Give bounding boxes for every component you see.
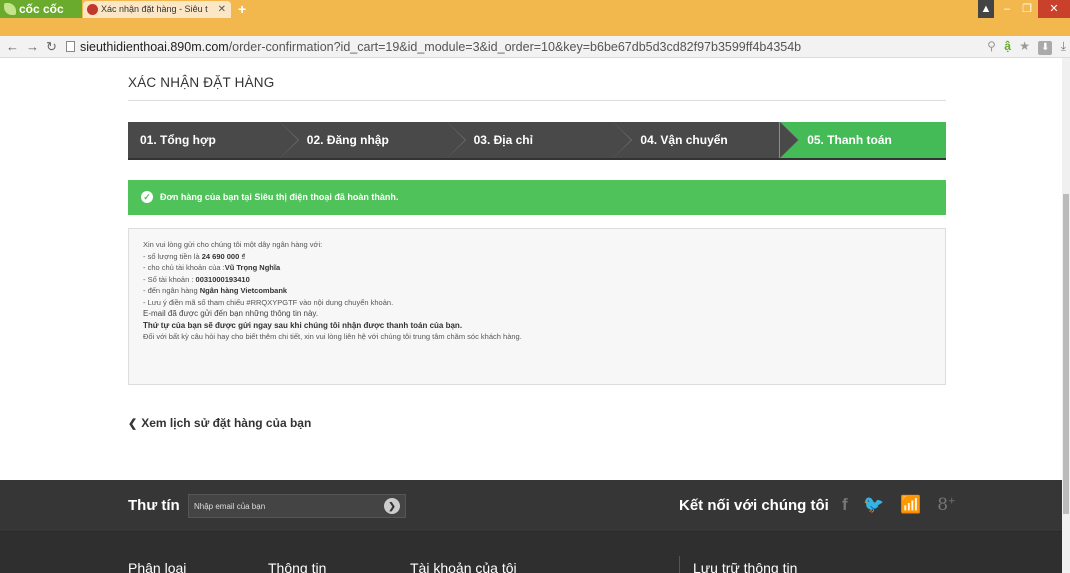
step-label: 04. Vận chuyển bbox=[640, 133, 728, 147]
order-history-link[interactable]: ❮ Xem lịch sử đặt hàng của bạn bbox=[128, 416, 311, 430]
step-label: 03. Địa chỉ bbox=[473, 133, 533, 147]
connect-label: Kết nối với chúng tôi bbox=[679, 497, 829, 514]
step-login[interactable]: 02. Đăng nhập bbox=[278, 122, 466, 159]
checkout-steps: 01. Tổng hợp 02. Đăng nhập 03. Địa chỉ 0… bbox=[128, 122, 946, 159]
chevron-right-circle-icon[interactable]: ❯ bbox=[384, 498, 400, 514]
page-title: XÁC NHẬN ĐẶT HÀNG bbox=[128, 75, 275, 90]
chevron-left-icon: ❮ bbox=[128, 418, 138, 430]
tab-close-icon[interactable]: ✕ bbox=[218, 1, 226, 18]
google-plus-icon[interactable]: 8+ bbox=[937, 495, 955, 515]
newsletter-email-input[interactable] bbox=[194, 495, 374, 517]
browser-logo[interactable]: cốc cốc bbox=[0, 0, 82, 18]
footer: Thư tín ❯ Kết nối với chúng tôi f 🐦 📶 8+… bbox=[0, 480, 1062, 573]
url-path: /order-confirmation?id_cart=19&id_module… bbox=[228, 40, 802, 54]
maximize-window-button[interactable]: ❐ bbox=[1018, 0, 1036, 18]
tab-favicon-icon bbox=[87, 4, 98, 15]
footer-columns: Phân loại Thông tin Tài khoản của tôi Lư… bbox=[0, 532, 1062, 573]
payment-instructions: Xin vui lòng gửi cho chúng tôi một dây n… bbox=[128, 228, 946, 385]
footer-divider bbox=[679, 556, 680, 573]
rss-icon[interactable]: 📶 bbox=[900, 495, 921, 515]
user-profile-icon[interactable]: ▲ bbox=[978, 0, 994, 18]
info-reference: - Lưu ý điền mã số tham chiếu #RRQXYPGTF… bbox=[143, 297, 394, 307]
info-amount: - số lượng tiền là 24 690 000 ₫ bbox=[143, 251, 246, 261]
facebook-icon[interactable]: f bbox=[842, 495, 848, 515]
social-links: f 🐦 📶 8+ bbox=[842, 495, 967, 515]
url-field[interactable]: sieuthidienthoai.890m.com/order-confirma… bbox=[80, 40, 801, 54]
info-holder: - cho chủ tài khoản của :Vũ Trọng Nghĩa bbox=[143, 263, 281, 272]
step-payment: 05. Thanh toán bbox=[779, 122, 946, 159]
step-shipping[interactable]: 04. Vận chuyển bbox=[612, 122, 800, 159]
browser-tab[interactable]: Xác nhận đặt hàng - Siêu t ✕ bbox=[83, 1, 231, 18]
extension-icon[interactable]: ậ bbox=[1004, 39, 1011, 53]
address-bar-icons: ⚲ ậ ★ ⬇ ⤓ bbox=[982, 39, 1066, 55]
step-summary[interactable]: 01. Tổng hợp bbox=[128, 122, 299, 159]
page-content: XÁC NHẬN ĐẶT HÀNG 01. Tổng hợp 02. Đăng … bbox=[0, 58, 1062, 573]
footer-col-categories: Phân loại bbox=[128, 560, 187, 573]
steps-underline bbox=[128, 158, 946, 160]
forward-arrow-icon[interactable]: → bbox=[26, 39, 39, 55]
download-arrow-icon[interactable]: ⤓ bbox=[1061, 39, 1066, 54]
browser-logo-text: cốc cốc bbox=[19, 2, 64, 16]
info-bank: - đến ngân hàng Ngân hàng Vietcombank bbox=[143, 286, 288, 295]
bookmark-star-icon[interactable]: ★ bbox=[1019, 39, 1030, 53]
footer-top-bar: Thư tín ❯ Kết nối với chúng tôi f 🐦 📶 8+ bbox=[0, 480, 1062, 532]
footer-col-account: Tài khoản của tôi bbox=[410, 560, 517, 573]
browser-tabbar: cốc cốc Xác nhận đặt hàng - Siêu t ✕ + ▲… bbox=[0, 0, 1070, 36]
info-ship-note: Thứ tự của bạn sẽ được gửi ngay sau khi … bbox=[143, 320, 463, 330]
coccoc-logo-icon bbox=[4, 3, 16, 15]
twitter-icon[interactable]: 🐦 bbox=[863, 495, 884, 515]
footer-col-info: Thông tin bbox=[268, 560, 327, 573]
reload-icon[interactable]: ↻ bbox=[46, 39, 57, 55]
newsletter-form: ❯ bbox=[188, 494, 406, 518]
info-account: - Số tài khoản : 0031000193410 bbox=[143, 274, 250, 284]
check-circle-icon: ✓ bbox=[141, 191, 153, 203]
order-history-label: Xem lịch sử đặt hàng của bạn bbox=[141, 416, 312, 430]
url-host: sieuthidienthoai.890m.com bbox=[80, 40, 229, 54]
newsletter-label: Thư tín bbox=[128, 497, 180, 514]
info-intro: Xin vui lòng gửi cho chúng tôi một dây n… bbox=[143, 240, 323, 249]
info-contact-note: Đối với bất kỳ câu hỏi hay cho biết thêm… bbox=[143, 332, 522, 341]
scrollbar-thumb[interactable] bbox=[1063, 194, 1069, 514]
tab-title: Xác nhận đặt hàng - Siêu t bbox=[101, 4, 208, 14]
search-icon[interactable]: ⚲ bbox=[987, 39, 996, 53]
back-arrow-icon[interactable]: ← bbox=[6, 39, 19, 55]
title-divider bbox=[128, 100, 946, 101]
page-icon bbox=[66, 41, 75, 52]
step-label: 05. Thanh toán bbox=[807, 133, 892, 147]
success-message: Đơn hàng của bạn tại Siêu thị điện thoại… bbox=[160, 192, 399, 202]
close-window-button[interactable]: ✕ bbox=[1038, 0, 1070, 18]
page-scrollbar[interactable] bbox=[1062, 58, 1070, 573]
address-bar: ← → ↻ sieuthidienthoai.890m.com/order-co… bbox=[0, 36, 1070, 58]
success-alert: ✓ Đơn hàng của bạn tại Siêu thị điện tho… bbox=[128, 180, 946, 215]
new-tab-button[interactable]: + bbox=[238, 1, 246, 17]
step-label: 02. Đăng nhập bbox=[306, 133, 389, 147]
step-address[interactable]: 03. Địa chỉ bbox=[445, 122, 633, 159]
info-email-note: E-mail đã được gửi đến bạn những thông t… bbox=[143, 309, 319, 318]
step-label: 01. Tổng hợp bbox=[140, 133, 216, 147]
minimize-window-button[interactable]: – bbox=[998, 0, 1016, 18]
footer-col-storage: Lưu trữ thông tin bbox=[693, 560, 798, 573]
download-icon[interactable]: ⬇ bbox=[1038, 41, 1053, 55]
